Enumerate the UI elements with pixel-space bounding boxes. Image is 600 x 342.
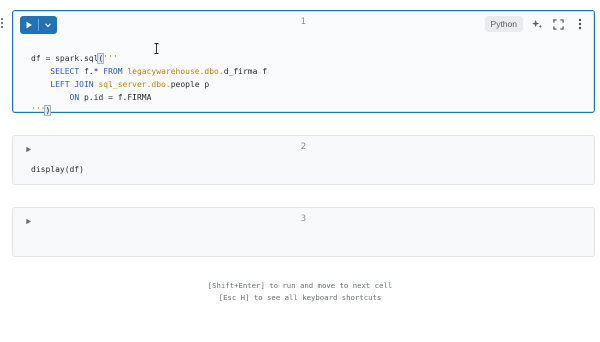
- drag-handle-icon[interactable]: [0, 17, 4, 29]
- cell-number: 2: [300, 142, 307, 152]
- cell-number: 3: [300, 214, 307, 224]
- code-line-3: LEFT JOIN sql_server.dbo.people p: [50, 80, 210, 89]
- code-editor[interactable]: df = spark.sql(''' SELECT f.* FROM legac…: [31, 39, 267, 130]
- hint-run-shortcut: [Shift+Enter] to run and move to next ce…: [207, 281, 393, 290]
- code-line-1: df = spark.sql(''': [31, 53, 118, 64]
- code-line-5: '''): [31, 105, 52, 116]
- assistant-sparkle-icon[interactable]: [531, 18, 544, 31]
- notebook-cell-3[interactable]: 3: [12, 207, 595, 257]
- code-line-4: ON p.id = f.FIRMA: [69, 93, 152, 102]
- text-cursor-icon: [154, 41, 159, 54]
- hint-shortcuts-help: [Esc H] to see all keyboard shortcuts: [218, 293, 382, 302]
- language-selector[interactable]: Python: [484, 16, 523, 32]
- code-editor[interactable]: display(df): [31, 163, 84, 176]
- fullscreen-icon[interactable]: [552, 18, 565, 31]
- notebook-cell-1[interactable]: 1 Python df = spark.sql(''' SELECT f.* F…: [12, 10, 595, 116]
- kebab-menu-icon[interactable]: [573, 18, 586, 31]
- code-line-2: SELECT f.* FROM legacywarehouse.dbo.d_fi…: [50, 67, 268, 76]
- notebook-cell-2[interactable]: 2 display(df): [12, 135, 595, 185]
